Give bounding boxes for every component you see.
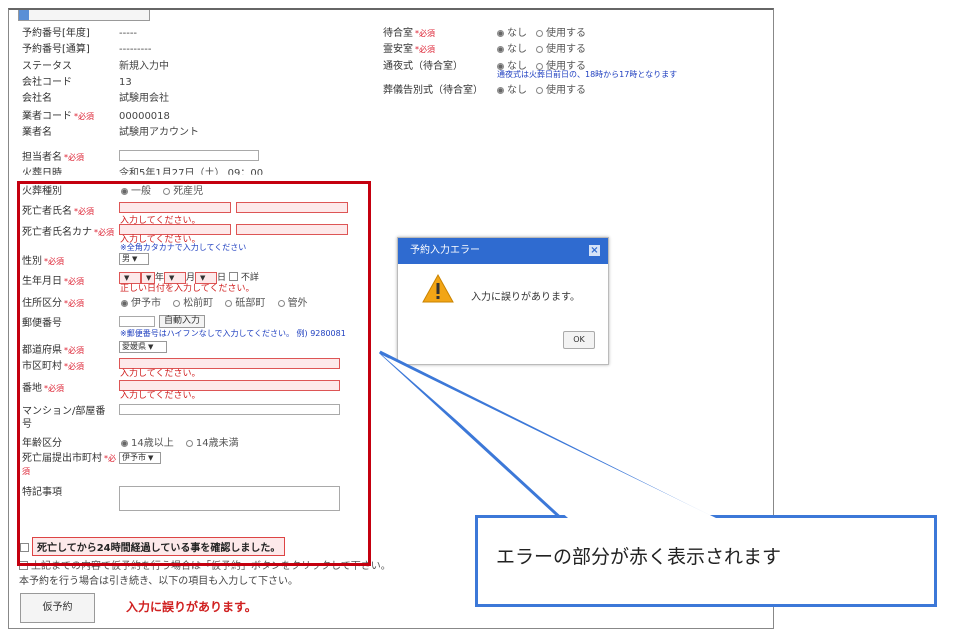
- callout-pointer-cover: [382, 355, 716, 518]
